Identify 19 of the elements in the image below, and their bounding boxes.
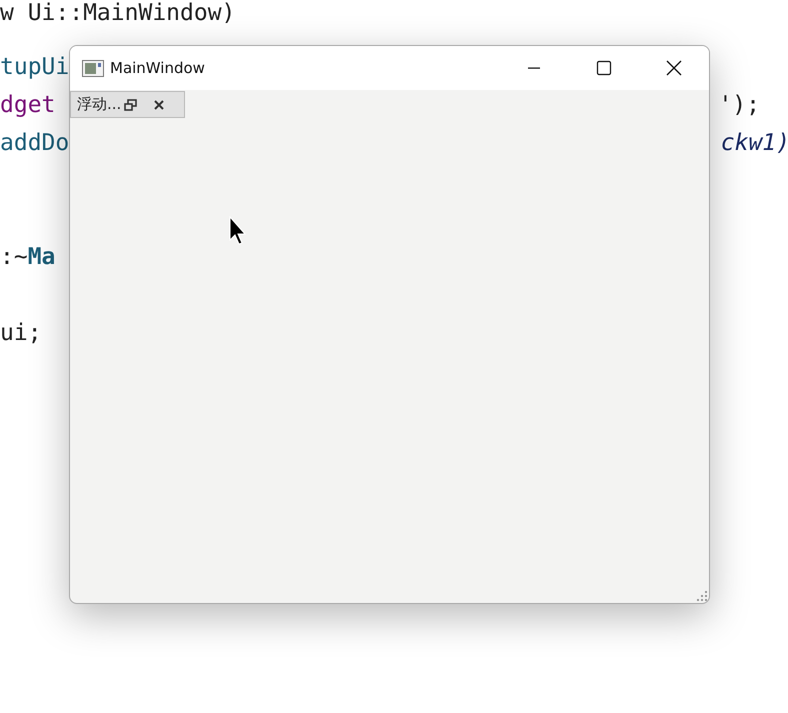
- dock-widget-title: 浮动...: [77, 95, 122, 114]
- code-text: ');: [718, 92, 760, 118]
- code-text: Ma: [28, 244, 56, 270]
- cursor-icon: [229, 216, 247, 246]
- code-text: ckw1): [720, 130, 788, 156]
- code-text: addDo: [0, 130, 70, 156]
- float-icon[interactable]: [124, 98, 138, 110]
- code-text: :~: [0, 244, 28, 270]
- resize-grip-icon[interactable]: [697, 591, 707, 601]
- app-icon: [82, 60, 104, 76]
- minimize-icon: [528, 67, 540, 69]
- close-icon[interactable]: [153, 98, 166, 110]
- code-text: w Ui::MainWindow): [0, 0, 236, 26]
- maximize-icon: [596, 60, 612, 76]
- code-text: tupUi: [0, 54, 70, 80]
- code-text: ui;: [0, 320, 42, 346]
- window-title: MainWindow: [110, 59, 206, 77]
- close-icon: [665, 59, 683, 77]
- code-text: dget: [0, 92, 56, 118]
